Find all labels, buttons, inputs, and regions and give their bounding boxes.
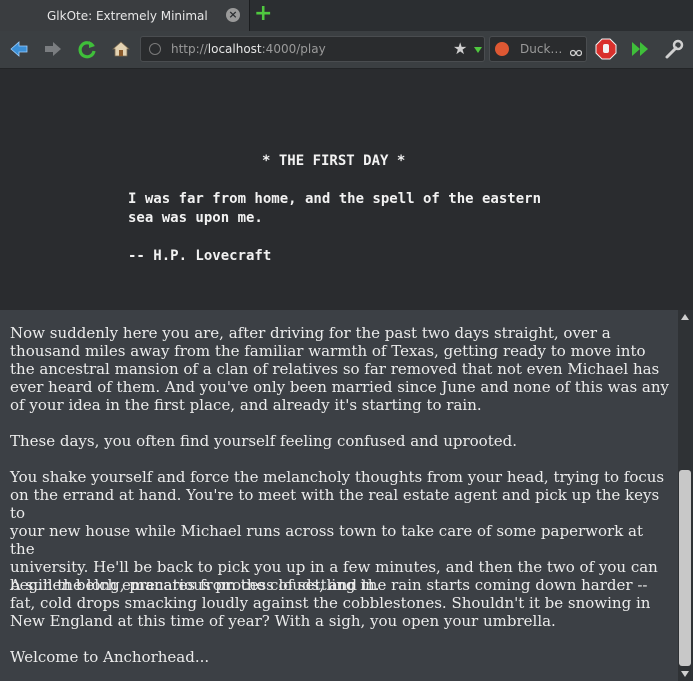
reload-icon[interactable] <box>76 38 98 60</box>
story-buffer[interactable]: Now suddenly here you are, after driving… <box>0 310 678 681</box>
tab-title: GlkOte: Extremely Minimal <box>47 9 208 23</box>
wrench-icon[interactable] <box>663 38 685 60</box>
bookmark-star-icon[interactable]: ★ <box>453 39 467 58</box>
duckduckgo-icon[interactable] <box>495 42 509 56</box>
story-paragraph: Welcome to Anchorhead... <box>10 648 210 666</box>
game-header: * THE FIRST DAY * I was far from home, a… <box>0 69 693 310</box>
url-text[interactable]: http://localhost:4000/play <box>171 42 326 56</box>
search-placeholder[interactable]: Duck… <box>520 42 562 56</box>
chapter-title: * THE FIRST DAY * <box>262 153 406 169</box>
back-icon[interactable] <box>8 38 30 60</box>
new-tab-plus-icon[interactable]: + <box>254 3 272 25</box>
home-icon[interactable] <box>110 38 132 60</box>
tab-strip: GlkOte: Extremely Minimal × + <box>0 0 693 31</box>
search-bar[interactable]: Duck… <box>489 36 587 62</box>
globe-icon <box>149 43 161 55</box>
scroll-down-arrow-icon[interactable] <box>681 671 689 677</box>
forward-icon[interactable] <box>42 38 64 60</box>
story-paragraph: These days, you often find yourself feel… <box>10 432 517 450</box>
scrollbar[interactable] <box>678 310 693 681</box>
scrollbar-thumb[interactable] <box>679 470 691 666</box>
url-bar[interactable]: http://localhost:4000/play ★ <box>140 36 485 62</box>
tab-active[interactable]: GlkOte: Extremely Minimal × <box>0 0 250 31</box>
close-icon[interactable]: × <box>226 8 240 22</box>
story-paragraph: A sullen belch emanates from the clouds,… <box>10 576 651 630</box>
adblock-icon[interactable] <box>595 38 617 60</box>
quote-line: sea was upon me. <box>128 210 263 226</box>
dropdown-arrow-icon[interactable] <box>474 47 482 53</box>
forward-double-icon[interactable] <box>629 38 651 60</box>
scroll-up-arrow-icon[interactable] <box>681 314 689 320</box>
story-paragraph: Now suddenly here you are, after driving… <box>10 324 669 414</box>
navigation-toolbar: http://localhost:4000/play ★ Duck… <box>0 31 693 69</box>
quote-line: I was far from home, and the spell of th… <box>128 191 542 207</box>
quote-attribution: -- H.P. Lovecraft <box>128 248 272 264</box>
search-glass-icon[interactable] <box>569 43 583 57</box>
